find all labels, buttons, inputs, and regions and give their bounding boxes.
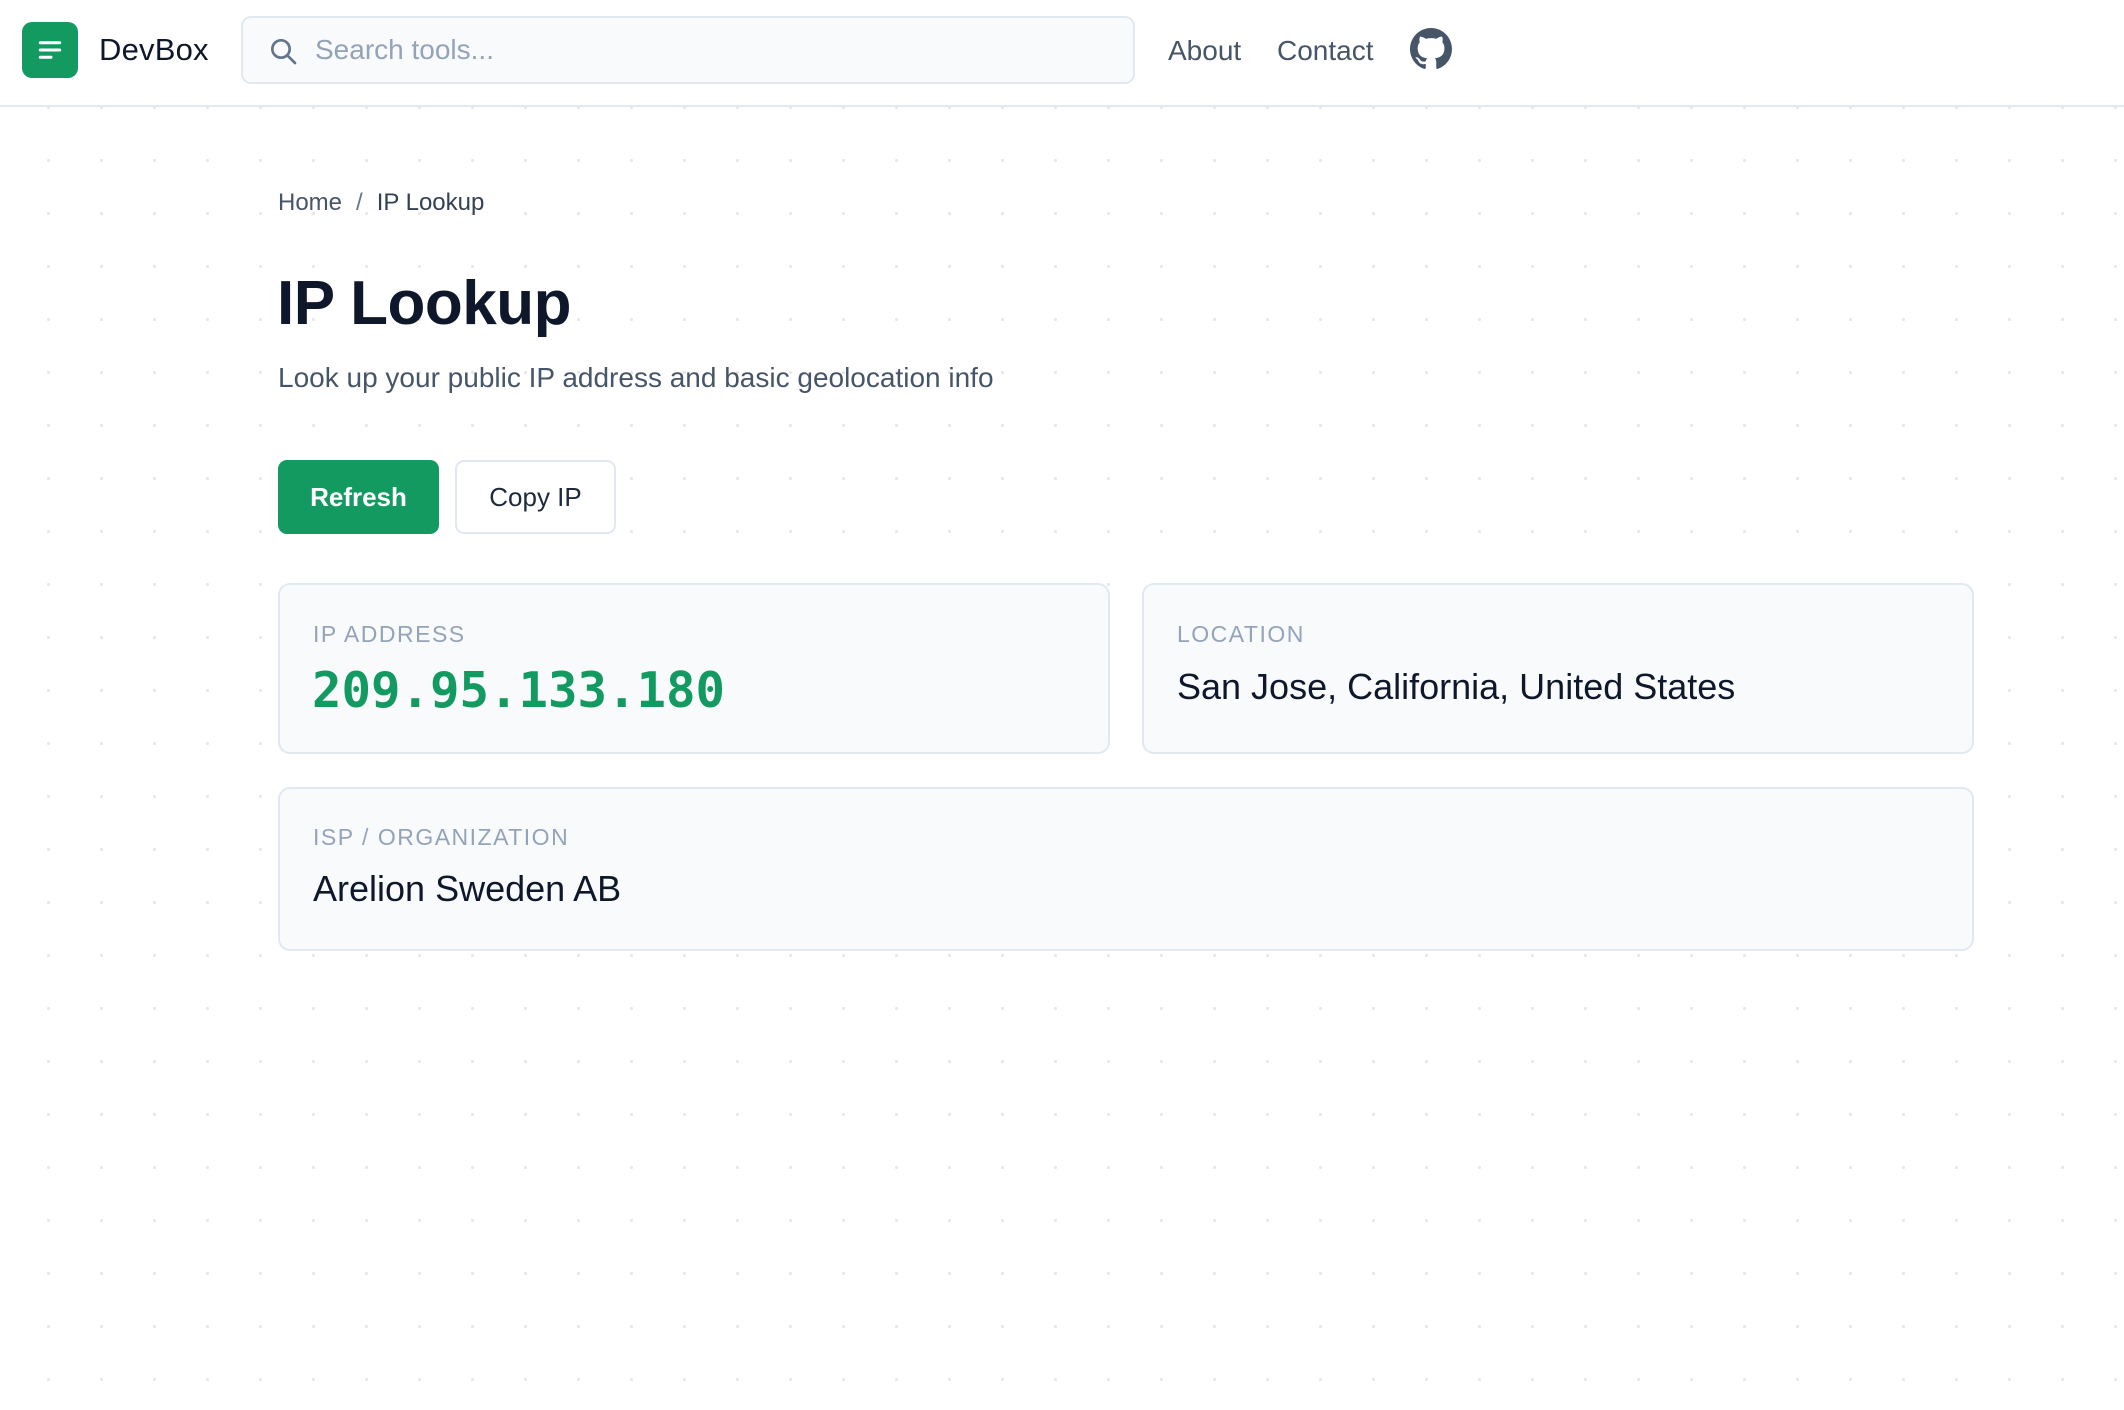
github-icon[interactable] xyxy=(1410,28,1452,70)
ip-address-label: IP ADDRESS xyxy=(313,621,466,647)
page-subtitle: Look up your public IP address and basic… xyxy=(278,362,994,393)
nav-link-about[interactable]: About xyxy=(1168,31,1241,71)
location-value: San Jose, California, United States xyxy=(1177,666,1736,707)
breadcrumb-current: IP Lookup xyxy=(376,189,485,216)
page-title: IP Lookup xyxy=(277,269,572,338)
breadcrumb-separator: / xyxy=(356,189,363,216)
menu-lines-icon xyxy=(38,41,62,59)
isp-label: ISP / ORGANIZATION xyxy=(313,824,570,850)
isp-card: ISP / ORGANIZATION Arelion Sweden AB xyxy=(278,787,1974,951)
location-label: LOCATION xyxy=(1177,621,1305,647)
logo-icon[interactable] xyxy=(22,22,78,78)
refresh-button[interactable]: Refresh xyxy=(278,460,439,534)
ip-address-card: IP ADDRESS 209.95.133.180 xyxy=(278,583,1110,754)
top-navbar: DevBox About Contact xyxy=(0,0,2124,107)
nav-link-contact[interactable]: Contact xyxy=(1277,31,1374,71)
search-box[interactable] xyxy=(241,16,1135,84)
ip-address-value: 209.95.133.180 xyxy=(312,662,726,719)
breadcrumb-home-link[interactable]: Home xyxy=(278,186,342,220)
copy-ip-button[interactable]: Copy IP xyxy=(455,460,616,534)
brand-name[interactable]: DevBox xyxy=(99,30,209,70)
location-card: LOCATION San Jose, California, United St… xyxy=(1142,583,1974,754)
search-icon xyxy=(271,39,297,65)
isp-value: Arelion Sweden AB xyxy=(313,868,622,909)
breadcrumb: Home / IP Lookup xyxy=(278,186,484,220)
search-input[interactable] xyxy=(315,28,1115,72)
